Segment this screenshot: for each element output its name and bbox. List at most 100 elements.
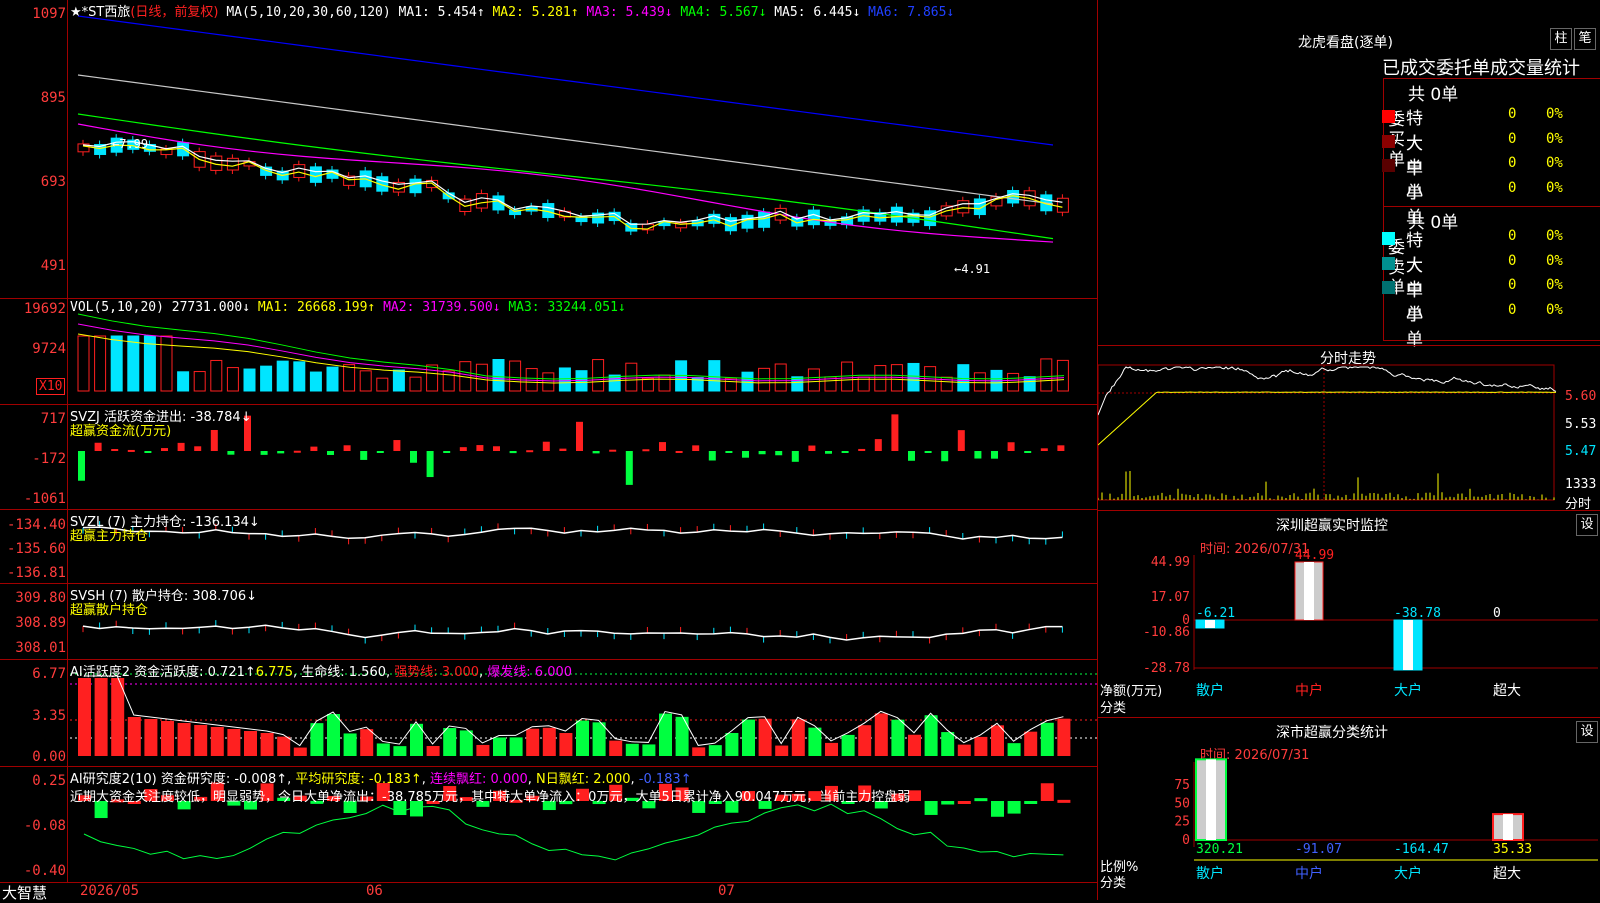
activity-bar [576, 720, 589, 756]
buy-total: 共 0单 [1408, 85, 1459, 105]
volume-bar [243, 368, 256, 392]
volume-pane[interactable]: VOL(5,10,20) 27731.000↓ MA1: 26668.199↑ … [0, 299, 1098, 404]
period-label: (日线，前复权) [130, 5, 219, 20]
activity-bar [742, 719, 755, 756]
ai2-label: AI研究度2(10) 资金研究度: -0.008↑ [70, 772, 288, 787]
svzj-pane[interactable]: SVZJ 活跃资金进出: -38.784↓ 超赢资金流(万元) 717 -172… [0, 405, 1098, 509]
fund-flow-bar [841, 451, 849, 453]
intraday-panel[interactable]: 分时走势 5.60 5.53 5.47 1333 分时 [1098, 345, 1600, 512]
fund-flow-bar [1024, 451, 1032, 453]
volume-bar [758, 367, 771, 392]
ai1-y-tick-3: 0.00 [32, 749, 66, 765]
activity-bar [260, 733, 274, 756]
fund-flow-bar [874, 439, 882, 451]
fund-flow-bar [293, 450, 301, 453]
ma5-line [77, 74, 1054, 205]
fund-flow-bar [825, 451, 832, 454]
research-bar [924, 801, 938, 815]
research-bar [1024, 801, 1038, 804]
sell-row-name: 小单 [1406, 304, 1423, 350]
pane-separator [0, 766, 1098, 767]
ai-research-pane[interactable]: AI研究度2(10) 资金研究度: -0.008↑, 平均研究度: -0.183… [0, 767, 1098, 882]
volume-bar [177, 371, 190, 392]
stock-name: ★*ST西旅 [70, 5, 131, 20]
fund-flow-bar [957, 430, 965, 451]
sell-row-pct: 0% [1546, 301, 1563, 318]
fund-flow-bar [227, 451, 235, 455]
monitor-y-tick: -10.86 [1143, 625, 1190, 640]
svzl-y-tick-3: -136.81 [6, 565, 66, 581]
activity-bar [343, 733, 357, 756]
activity-bar [808, 727, 822, 756]
research-bar [1007, 801, 1021, 814]
intraday-price-line [1098, 366, 1557, 416]
buy-row-pct: 0% [1546, 179, 1563, 196]
dragon-panel: 龙虎看盘(逐单) 柱 笔 已成交委托单成交量统计 共 0单 委买单 特大 0 0% 大… [1098, 0, 1600, 350]
tick-view-button[interactable]: 笔 [1574, 28, 1596, 50]
dragon-tabs[interactable]: 已成交委托单成交量统计 [1382, 54, 1580, 80]
fund-flow-bar [858, 448, 866, 451]
fund-flow-bar [692, 445, 700, 451]
fund-flow-bar [991, 451, 998, 459]
activity-bar [509, 737, 523, 756]
vol-ma2: MA2: 31739.500↓ [383, 300, 501, 315]
kline-y-tick-4: 491 [40, 258, 66, 274]
svsh-y-tick-3: 308.01 [15, 640, 66, 656]
buy-row-count: 0 [1508, 106, 1517, 122]
ma3-line [77, 123, 1054, 243]
classify-category-label: 大户 [1394, 865, 1422, 882]
dragon-title: 龙虎看盘(逐单) [1298, 35, 1393, 51]
activity-bar [127, 717, 141, 756]
high-marker: ←7.99 [112, 137, 149, 151]
candle [1056, 197, 1069, 213]
monitor-category-label: 散户 [1196, 682, 1224, 699]
ai-activity-pane[interactable]: AI活跃度2 资金活跃度: 0.721↑6.775, 生命线: 1.560, 强… [0, 660, 1098, 766]
ai1-y-tick-1: 6.77 [32, 666, 66, 682]
fund-flow-bar [426, 451, 434, 478]
bar-view-button[interactable]: 柱 [1550, 28, 1572, 50]
buy-row-count: 0 [1508, 155, 1517, 171]
activity-bar [459, 730, 473, 756]
activity-bar [924, 715, 938, 756]
activity-bar [891, 719, 905, 756]
activity-bar [177, 723, 191, 756]
intraday-vol: 1333 [1565, 477, 1597, 492]
svsh-pane[interactable]: SVSH (7) 散户持仓: 308.706↓ 超赢散户持仓 309.80 30… [0, 584, 1098, 659]
svzl-pane[interactable]: SVZL (7) 主力持仓: -136.134↓ 超赢主力持仓 -134.40 … [0, 510, 1098, 583]
svzl-y-tick-1: -134.40 [6, 517, 66, 533]
fund-flow-bar [393, 440, 401, 451]
fund-flow-bar [1057, 445, 1065, 451]
svzj-y-tick-3: -1061 [23, 491, 66, 507]
monitor-value-label: -38.78 [1394, 606, 1441, 621]
intraday-chart[interactable] [1098, 345, 1600, 510]
classify-value-label: 35.33 [1493, 842, 1532, 857]
activity-bar [708, 745, 722, 756]
svzl-y-tick-2: -135.60 [6, 541, 66, 557]
volume-bar [260, 365, 273, 392]
vol-ma3: MA3: 33244.051↓ [508, 300, 626, 315]
candle [957, 200, 970, 214]
research-bar [1040, 783, 1054, 801]
kline-pane[interactable]: ★*ST西旅(日线，前复权) MA(5,10,20,30,60,120) MA1… [0, 0, 1098, 298]
pane-separator [0, 583, 1098, 584]
ai1-v4: 强势线: 3.000 [394, 665, 480, 680]
activity-bar [1007, 743, 1021, 756]
ai2-v4: N日飘红: 2.000 [536, 772, 631, 787]
kline-chart[interactable] [0, 0, 1098, 298]
activity-bar [725, 732, 739, 756]
volume-bar [874, 365, 887, 392]
svzj-y-tick-1: 717 [40, 411, 66, 427]
ai2-y-tick-2: -0.08 [23, 818, 66, 834]
ma6-value: MA6: 7.865↓ [868, 5, 955, 20]
vol-unit: X10 [36, 378, 66, 395]
fund-flow-bar [260, 451, 268, 455]
holding-line [82, 624, 1063, 641]
activity-bar [559, 733, 573, 756]
activity-bar [592, 722, 606, 756]
fund-flow-bar [310, 446, 318, 451]
fund-flow-bar [443, 451, 451, 453]
activity-bar [974, 736, 988, 756]
fund-flow-bar [1040, 448, 1048, 451]
volume-bar [973, 372, 986, 392]
fund-flow-bar [144, 451, 152, 453]
